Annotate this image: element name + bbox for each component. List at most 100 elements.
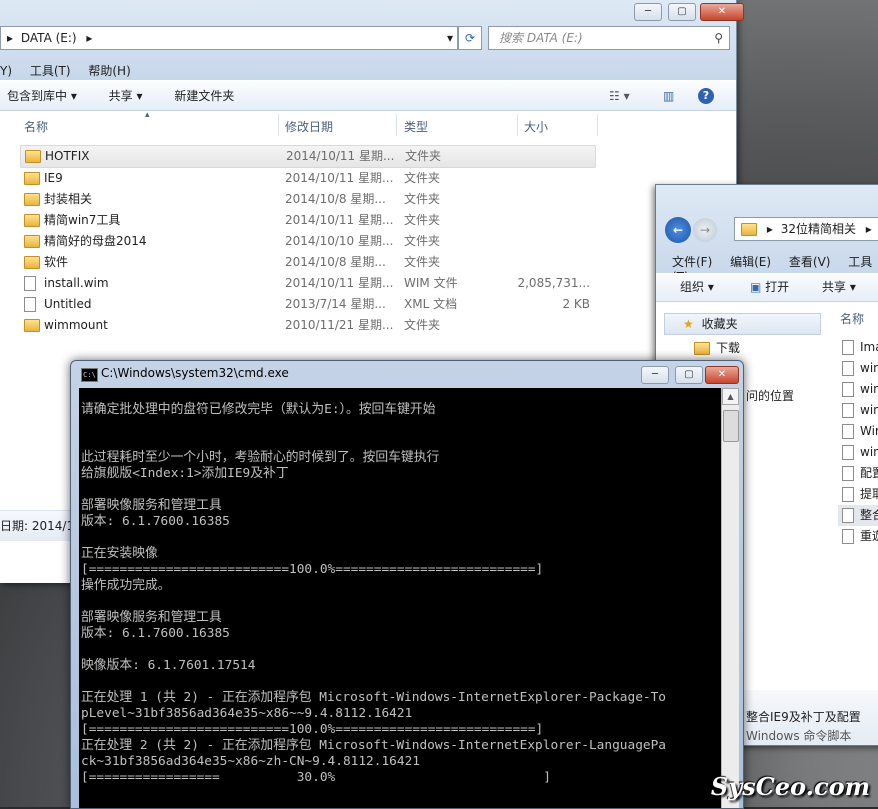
vertical-scrollbar[interactable]: ▲ <box>721 388 739 808</box>
file-icon <box>842 361 854 376</box>
include-in-library-button[interactable]: 包含到库中 ▾ <box>7 82 77 110</box>
refresh-icon[interactable]: ⟳ <box>458 26 482 50</box>
close-button[interactable]: ✕ <box>700 3 744 21</box>
search-icon: ⚲ <box>714 31 723 45</box>
menu-item-view[interactable]: 查看(V) <box>789 255 831 269</box>
menu-item-help[interactable]: 帮助(H) <box>88 64 130 78</box>
file-icon <box>842 403 854 418</box>
file-row[interactable]: win <box>838 442 878 463</box>
menu-item-view[interactable]: Y) <box>0 64 12 78</box>
file-row[interactable]: win <box>838 358 878 379</box>
chevron-down-icon[interactable]: ▾ <box>447 27 453 49</box>
folder-icon <box>24 214 40 227</box>
file-date: 2014/10/11 星期... <box>285 213 394 227</box>
file-icon <box>842 529 854 544</box>
console-output[interactable]: 请确定批处理中的盘符已修改完毕（默认为E:）。按回车键开始 此过程耗时至少一个小… <box>79 388 721 808</box>
open-label: 打开 <box>765 280 790 294</box>
forward-arrow-icon[interactable]: → <box>693 218 717 242</box>
file-row[interactable]: HOTFIX 2014/10/11 星期... 文件夹 <box>20 145 596 168</box>
file-icon <box>842 424 854 439</box>
file-row[interactable]: 配置 <box>838 463 878 484</box>
file-size: 2,085,731... <box>517 276 590 290</box>
cmd-title: C:\Windows\system32\cmd.exe <box>101 366 289 380</box>
search-input[interactable]: 搜索 DATA (E:) ⚲ <box>488 26 730 50</box>
details-file-name: 整合IE9及补丁及配置 <box>746 710 861 724</box>
preview-pane-icon[interactable]: ▥ <box>663 82 674 110</box>
file-type: 文件夹 <box>404 192 441 206</box>
file-row[interactable]: install.wim 2014/10/11 星期... WIM 文件 2,085,7… <box>20 273 596 294</box>
file-date: 2014/10/11 星期... <box>286 149 395 163</box>
back-arrow-icon[interactable]: ← <box>665 217 691 243</box>
file-row[interactable]: 重遊 <box>838 526 878 547</box>
minimize-button[interactable]: ─ <box>634 3 662 21</box>
file-name: 整合 <box>860 508 878 522</box>
scroll-up-icon[interactable]: ▲ <box>722 388 739 405</box>
file-name: install.wim <box>44 276 109 290</box>
nav-item-favorites[interactable]: ★ 收藏夹 <box>664 313 821 335</box>
file-row[interactable]: wimmount 2010/11/21 星期... 文件夹 <box>20 315 596 336</box>
organize-button[interactable]: 组织 ▾ <box>680 273 714 301</box>
help-icon[interactable]: ? <box>698 88 714 104</box>
file-name: IE9 <box>44 171 63 185</box>
file-row[interactable]: 封装相关 2014/10/8 星期... 文件夹 <box>20 189 596 210</box>
file-date: 2013/7/14 星期... <box>285 297 386 311</box>
folder-icon <box>694 342 710 355</box>
file-type: 文件夹 <box>405 149 442 163</box>
menu-bar: Y) 工具(T) 帮助(H) <box>0 62 145 79</box>
view-options-icon[interactable]: ☷ ▾ <box>609 82 630 110</box>
column-header-date[interactable]: 修改日期 <box>285 118 333 135</box>
menu-item-tools[interactable]: 工具(T) <box>30 64 71 78</box>
file-icon <box>24 276 36 291</box>
file-name: HOTFIX <box>45 149 90 163</box>
menu-item-file[interactable]: 文件(F) <box>672 255 712 269</box>
new-folder-button[interactable]: 新建文件夹 <box>174 82 234 110</box>
file-row[interactable]: Wir <box>838 421 878 442</box>
file-row[interactable]: Untitled 2013/7/14 星期... XML 文档 2 KB <box>20 294 596 315</box>
column-header-size[interactable]: 大小 <box>524 118 548 135</box>
column-header-name[interactable]: 名称 <box>840 310 864 327</box>
sort-arrow-icon: ▴ <box>145 110 150 120</box>
file-type: 文件夹 <box>404 318 441 332</box>
folder-icon <box>25 150 41 163</box>
file-name: 配置 <box>860 466 878 480</box>
column-header-type[interactable]: 类型 <box>404 118 428 135</box>
menu-item-edit[interactable]: 编辑(E) <box>730 255 771 269</box>
close-button[interactable]: ✕ <box>705 366 739 384</box>
command-toolbar: 组织 ▾ ▣ 打开 共享 ▾ <box>656 273 878 302</box>
file-row[interactable]: 软件 2014/10/8 星期... 文件夹 <box>20 252 596 273</box>
file-row[interactable]: Ima <box>838 337 878 358</box>
scroll-thumb[interactable] <box>723 410 739 442</box>
nav-item-downloads[interactable]: 下载 <box>694 339 740 356</box>
address-bar[interactable]: ▸ DATA (E:) ▸ ▾ <box>0 26 458 50</box>
file-date: 2014/10/8 星期... <box>285 255 386 269</box>
file-row[interactable]: win <box>838 400 878 421</box>
breadcrumb-arrow-icon: ▸ <box>766 222 773 236</box>
share-button[interactable]: 共享 ▾ <box>109 82 143 110</box>
file-row[interactable]: 精简win7工具 2014/10/11 星期... 文件夹 <box>20 210 596 231</box>
file-row[interactable]: 提耶 <box>838 484 878 505</box>
console-text: 请确定批处理中的盘符已修改完毕（默认为E:）。按回车键开始 此过程耗时至少一个小… <box>81 402 667 785</box>
file-row[interactable]: 精简好的母盘2014 2014/10/10 星期... 文件夹 <box>20 231 596 252</box>
file-row[interactable]: 整合 <box>838 505 878 526</box>
folder-icon <box>24 256 40 269</box>
star-icon: ★ <box>683 317 694 331</box>
maximize-button[interactable]: ▢ <box>668 3 696 21</box>
address-bar[interactable]: ▸ 32位精简相关 ▸ <box>734 217 878 241</box>
command-toolbar: 包含到库中 ▾ 共享 ▾ 新建文件夹 ☷ ▾ ▥ ? <box>0 82 736 111</box>
file-name: 软件 <box>44 255 69 269</box>
search-placeholder: 搜索 DATA (E:) <box>499 31 583 45</box>
share-button[interactable]: 共享 ▾ <box>822 273 856 301</box>
column-header-name[interactable]: 名称 <box>24 118 48 135</box>
nav-item-recent-places[interactable]: 问的位置 <box>746 387 794 404</box>
folder-icon <box>741 223 757 236</box>
maximize-button[interactable]: ▢ <box>675 366 703 384</box>
file-icon <box>24 297 36 312</box>
open-button[interactable]: ▣ 打开 <box>750 273 789 301</box>
minimize-button[interactable]: ─ <box>641 366 669 384</box>
file-row[interactable]: win <box>838 379 878 400</box>
file-date: 2014/10/11 星期... <box>285 171 394 185</box>
file-size: 2 KB <box>562 297 590 311</box>
file-row[interactable]: IE9 2014/10/11 星期... 文件夹 <box>20 168 596 189</box>
file-date: 2014/10/11 星期... <box>285 276 394 290</box>
cmd-window: C:\ C:\Windows\system32\cmd.exe ─ ▢ ✕ 请确… <box>70 360 744 809</box>
